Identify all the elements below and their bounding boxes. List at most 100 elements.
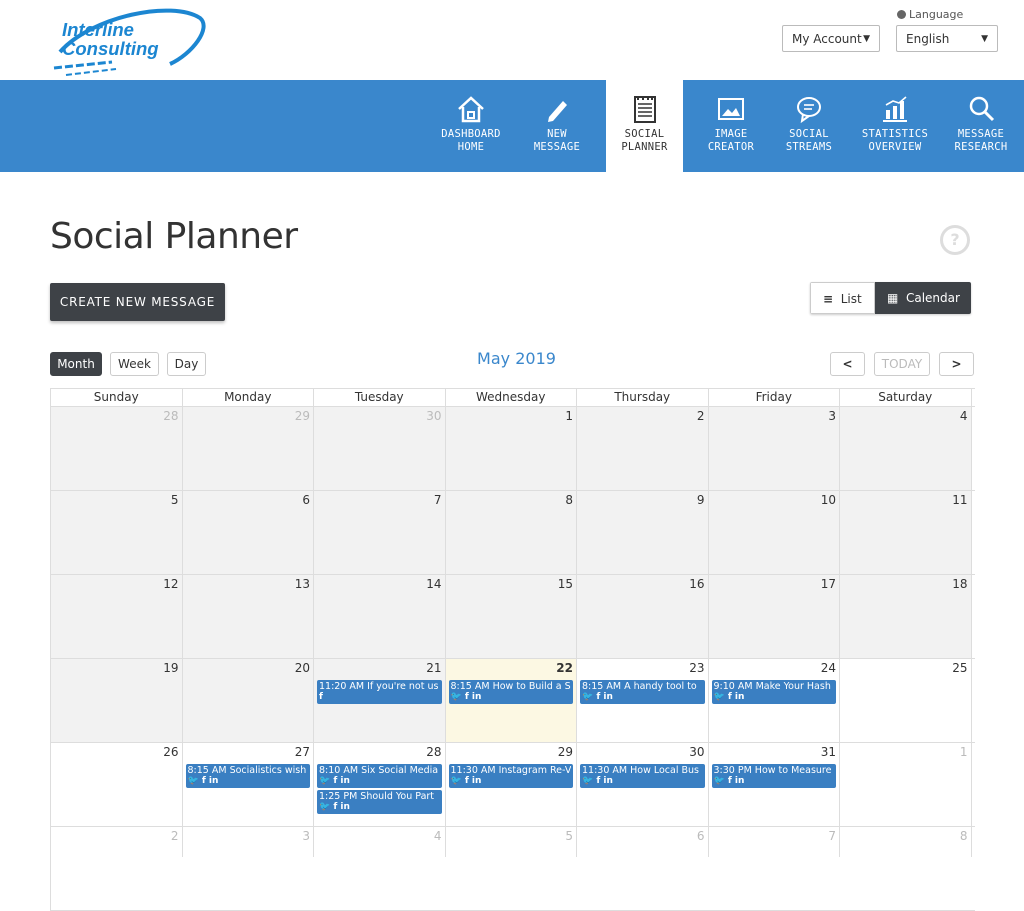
calendar-day-cell[interactable]: 19	[51, 659, 183, 742]
day-number: 28	[163, 409, 179, 423]
scheduled-message-event[interactable]: 8:15 AM How to Build a S 🐦 f in	[448, 680, 573, 704]
day-number: 4	[959, 409, 968, 423]
nav-social-planner[interactable]: SOCIAL PLANNER	[606, 80, 683, 172]
scheduled-message-event[interactable]: 8:15 AM Socialistics wish 🐦 f in	[185, 764, 310, 788]
calendar-day-cell[interactable]: 20	[182, 659, 314, 742]
main-navbar: DASHBOARD HOME NEW MESSAGE SOCIAL PLANNER I…	[0, 80, 1024, 172]
calendar-day-cell[interactable]: 3	[708, 407, 840, 490]
scheduled-message-event[interactable]: 9:10 AM Make Your Hash 🐦 f in	[711, 680, 836, 704]
list-view-button[interactable]: ≡ List	[810, 282, 875, 314]
help-icon[interactable]: ?	[940, 225, 970, 255]
calendar-day-cell[interactable]: 6	[182, 491, 314, 574]
scheduled-message-event[interactable]: 11:20 AM If you're not us f	[317, 680, 442, 704]
nav-new-message[interactable]: NEW MESSAGE	[526, 80, 588, 172]
calendar-day-cell[interactable]: 30	[314, 407, 446, 490]
social-network-icons: 🐦 f in	[582, 692, 613, 702]
prev-month-button[interactable]: <	[830, 352, 865, 376]
day-number: 13	[294, 577, 310, 591]
scheduled-message-event[interactable]: 8:15 AM A handy tool to 🐦 f in	[580, 680, 705, 704]
calendar-day-cell[interactable]: 12	[51, 575, 183, 658]
nav-message-research[interactable]: MESSAGE RESEARCH	[948, 80, 1014, 172]
calendar-day-cell[interactable]: 16	[577, 575, 709, 658]
calendar-day-cell[interactable]: 9	[577, 491, 709, 574]
scheduled-message-event[interactable]: 3:30 PM How to Measure 🐦 f in	[711, 764, 836, 788]
event-title: 8:10 AM Six Social Media	[319, 765, 439, 776]
calendar-day-cell[interactable]: 14	[314, 575, 446, 658]
day-number: 28	[426, 745, 442, 759]
nav-statistics-overview[interactable]: STATISTICS OVERVIEW	[858, 80, 932, 172]
language-select[interactable]: English ▼	[896, 25, 998, 52]
calendar-icon: ▦	[887, 291, 899, 305]
day-number: 30	[426, 409, 442, 423]
event-title: 11:20 AM If you're not us	[319, 681, 439, 692]
day-number: 3	[828, 409, 836, 423]
list-icon: ≡	[823, 292, 834, 306]
chevron-left-icon: <	[842, 357, 853, 371]
weekday-label: Friday	[709, 389, 840, 406]
calendar-day-cell[interactable]: 23 8:15 AM A handy tool to 🐦 f in	[577, 659, 709, 742]
event-title: 11:30 AM How Local Bus	[582, 765, 699, 776]
day-number: 5	[170, 493, 179, 507]
day-number: 20	[294, 661, 310, 675]
calendar-day-cell[interactable]: 10	[708, 491, 840, 574]
calendar-day-cell[interactable]: 24 9:10 AM Make Your Hash 🐦 f in	[708, 659, 840, 742]
day-number: 31	[820, 745, 836, 759]
calendar-day-cell[interactable]: 28 8:10 AM Six Social Media 🐦 f in 1:25 PM …	[314, 743, 446, 826]
calendar-week-row: 28 29 30 1 2 3 4	[51, 407, 975, 491]
calendar-day-cell[interactable]: 27 8:15 AM Socialistics wish 🐦 f in	[182, 743, 314, 826]
social-network-icons: 🐦 f in	[713, 692, 745, 702]
calendar-day-cell[interactable]: 2	[577, 407, 709, 490]
scheduled-message-event[interactable]: 8:10 AM Six Social Media 🐦 f in	[317, 764, 442, 788]
scheduled-message-event[interactable]: 11:30 AM Instagram Re-V 🐦 f in	[448, 764, 573, 788]
nav-dashboard-home[interactable]: DASHBOARD HOME	[436, 80, 506, 172]
calendar-day-cell[interactable]: 18	[840, 575, 972, 658]
day-number: 10	[820, 493, 836, 507]
weekday-label: Saturday	[840, 389, 972, 406]
scheduled-message-event[interactable]: 1:25 PM Should You Part 🐦 f in	[317, 790, 442, 814]
day-number: 16	[689, 577, 705, 591]
logo[interactable]: Interline Consulting	[52, 6, 212, 78]
day-number: 5	[565, 829, 573, 843]
calendar-day-cell[interactable]: 28	[51, 407, 183, 490]
weekday-label: Sunday	[51, 389, 183, 406]
day-number: 14	[426, 577, 442, 591]
chat-bubble-icon	[797, 97, 821, 124]
day-number: 25	[952, 661, 968, 675]
calendar-day-cell[interactable]: 25	[840, 659, 972, 742]
nav-social-streams[interactable]: SOCIAL STREAMS	[776, 80, 842, 172]
month-view-button[interactable]: Month	[50, 352, 102, 376]
week-view-button[interactable]: Week	[110, 352, 159, 376]
today-button[interactable]: TODAY	[874, 352, 930, 376]
social-network-icons: 🐦 f in	[713, 776, 745, 786]
calendar-day-cell[interactable]: 5	[51, 491, 183, 574]
calendar-day-cell[interactable]: 8	[445, 491, 577, 574]
calendar-day-cell[interactable]: 31 3:30 PM How to Measure 🐦 f in	[708, 743, 840, 826]
social-network-icons: 🐦 f in	[450, 692, 482, 702]
calendar-day-cell[interactable]: 29	[182, 407, 314, 490]
scheduled-message-event[interactable]: 11:30 AM How Local Bus 🐦 f in	[580, 764, 705, 788]
calendar-day-cell[interactable]: 29 11:30 AM Instagram Re-V 🐦 f in	[445, 743, 577, 826]
calendar-day-cell[interactable]: 21 11:20 AM If you're not us f	[314, 659, 446, 742]
calendar-day-cell[interactable]: 1	[445, 407, 577, 490]
calendar-day-cell[interactable]: 1	[840, 743, 972, 826]
calendar-day-cell[interactable]: 17	[708, 575, 840, 658]
event-title: 1:25 PM Should You Part	[319, 791, 435, 802]
image-icon	[718, 98, 744, 120]
calendar-day-cell[interactable]: 30 11:30 AM How Local Bus 🐦 f in	[577, 743, 709, 826]
calendar-day-cell[interactable]: 26	[51, 743, 183, 826]
day-number: 1	[959, 745, 968, 759]
event-title: 3:30 PM How to Measure	[713, 765, 832, 776]
next-month-button[interactable]: >	[939, 352, 974, 376]
day-view-button[interactable]: Day	[167, 352, 206, 376]
create-new-message-button[interactable]: CREATE NEW MESSAGE	[50, 283, 225, 321]
calendar-day-cell[interactable]: 15	[445, 575, 577, 658]
calendar-day-cell[interactable]: 7	[314, 491, 446, 574]
calendar-view-button[interactable]: ▦ Calendar	[875, 282, 971, 314]
calendar-day-cell[interactable]: 4	[840, 407, 972, 490]
calendar-day-cell[interactable]: 22 8:15 AM How to Build a S 🐦 f in	[445, 659, 577, 742]
calendar-day-cell[interactable]: 11	[840, 491, 972, 574]
my-account-dropdown[interactable]: My Account ▼	[782, 25, 880, 52]
nav-image-creator[interactable]: IMAGE CREATOR	[700, 80, 762, 172]
calendar-day-cell[interactable]: 13	[182, 575, 314, 658]
day-number: 21	[426, 661, 442, 675]
